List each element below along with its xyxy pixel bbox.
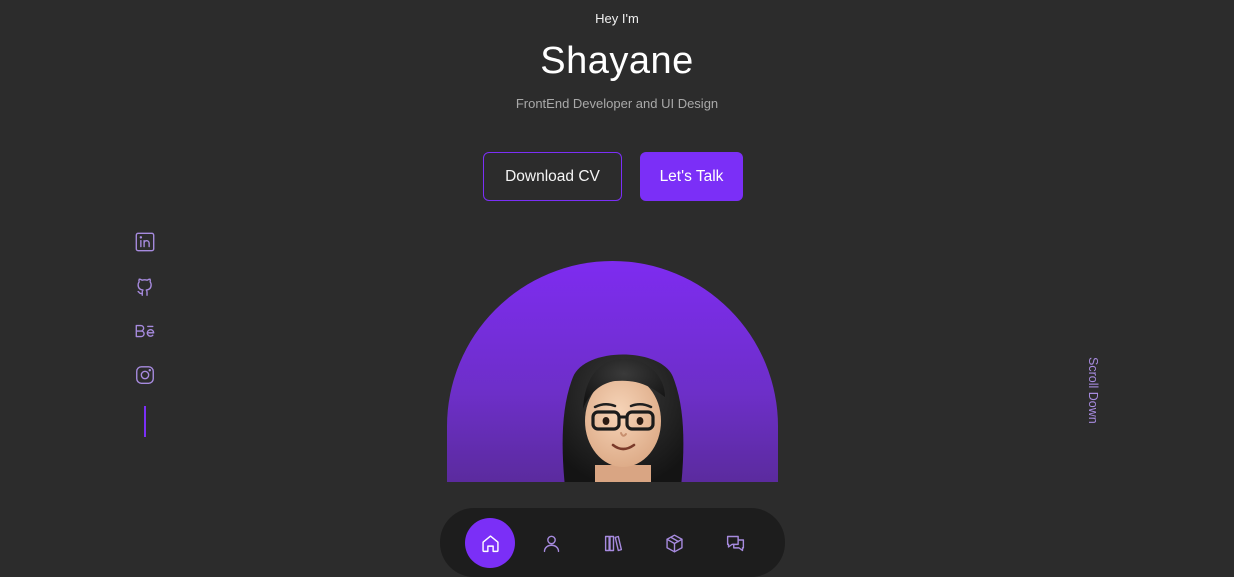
instagram-link[interactable] — [134, 364, 156, 386]
scroll-down-link[interactable]: Scroll Down — [1080, 357, 1100, 437]
behance-icon — [135, 324, 155, 338]
nav-contact-button[interactable] — [710, 518, 760, 568]
social-divider — [144, 406, 146, 437]
avatar — [562, 354, 684, 482]
page-title: Shayane — [540, 40, 694, 82]
home-icon — [481, 534, 499, 552]
linkedin-icon — [135, 232, 155, 252]
nav-home-button[interactable] — [465, 518, 515, 568]
github-icon — [137, 278, 152, 296]
lets-talk-button[interactable]: Let's Talk — [640, 152, 743, 201]
download-cv-button[interactable]: Download CV — [483, 152, 622, 201]
cube-icon — [665, 533, 683, 553]
user-icon — [543, 535, 559, 552]
nav-services-button[interactable] — [649, 518, 699, 568]
nav-experience-button[interactable] — [588, 518, 638, 568]
linkedin-link[interactable] — [134, 231, 156, 253]
chat-icon — [726, 535, 744, 551]
subtitle-text: FrontEnd Developer and UI Design — [515, 96, 719, 111]
nav-about-button[interactable] — [526, 518, 576, 568]
bottom-nav — [440, 508, 785, 577]
hero-avatar-background — [447, 261, 778, 482]
github-link[interactable] — [134, 276, 156, 298]
books-icon — [604, 535, 622, 551]
greeting-text: Hey I'm — [595, 11, 639, 26]
behance-link[interactable] — [134, 320, 156, 342]
instagram-icon — [136, 366, 154, 384]
